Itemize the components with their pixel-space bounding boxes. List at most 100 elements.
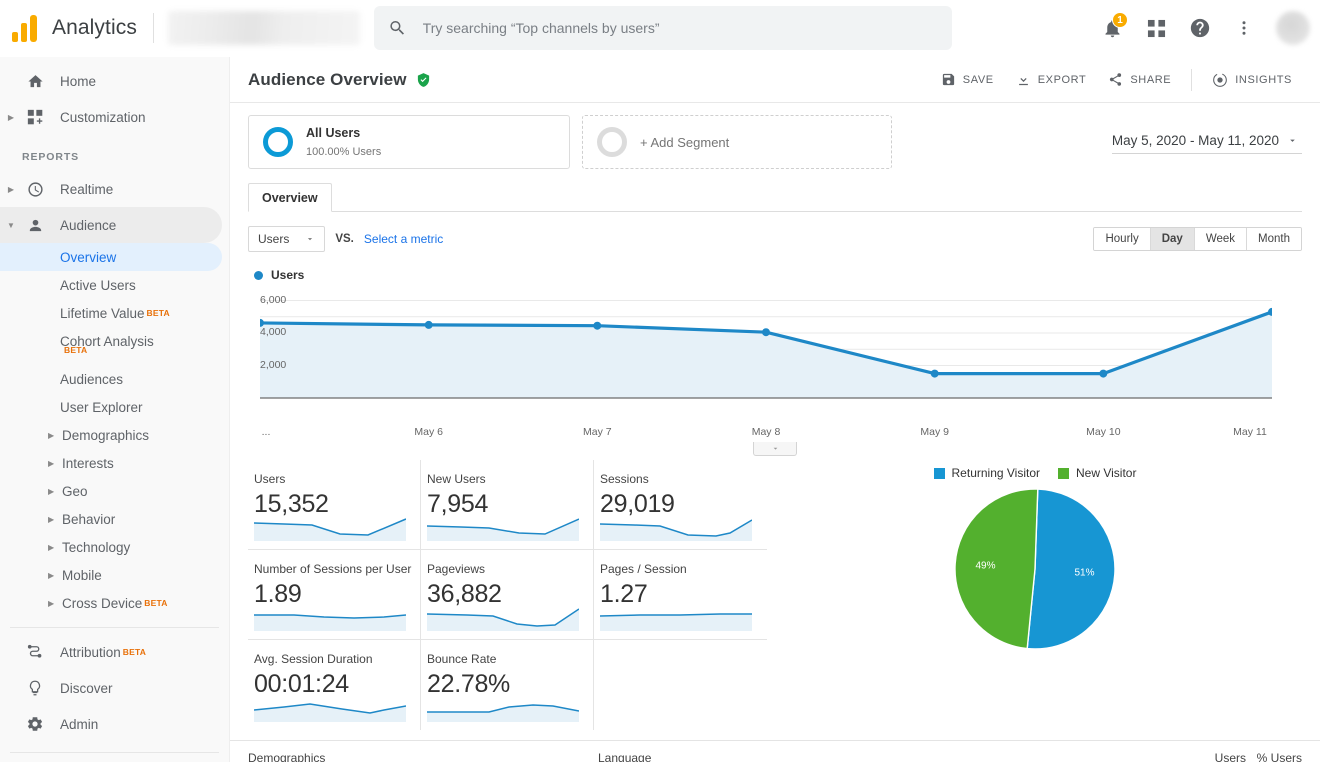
date-range-picker[interactable]: May 5, 2020 - May 11, 2020 <box>1111 130 1302 154</box>
page-toolbar: SAVE EXPORT SHARE INSIGHTS <box>931 66 1302 94</box>
apps-button[interactable] <box>1136 8 1176 48</box>
metric-card-pages-per-session[interactable]: Pages / Session 1.27 <box>594 550 767 640</box>
chevron-right-icon: ▶ <box>7 184 15 194</box>
sidebar-item-demographics[interactable]: ▶ Demographics <box>0 421 229 449</box>
sidebar-item-label: Audience <box>60 217 117 233</box>
sidebar-item-user-explorer[interactable]: User Explorer <box>0 393 229 421</box>
metric-card-new-users[interactable]: New Users 7,954 <box>421 460 594 550</box>
sidebar-item-cohort-analysis[interactable]: Cohort Analysis BETA <box>0 327 229 356</box>
sidebar-divider-bottom <box>10 752 219 753</box>
metric-card-users[interactable]: Users 15,352 <box>248 460 421 550</box>
account-selector[interactable] <box>167 11 360 45</box>
sidebar-item-mobile[interactable]: ▶ Mobile <box>0 561 229 589</box>
share-button[interactable]: SHARE <box>1098 66 1181 93</box>
sidebar-item-overview[interactable]: Overview <box>0 243 222 271</box>
clock-icon <box>22 181 48 198</box>
users-line-chart[interactable]: 2,000 4,000 6,000 <box>254 284 1302 424</box>
granularity-day[interactable]: Day <box>1150 228 1195 250</box>
help-button[interactable] <box>1180 8 1220 48</box>
insights-label: INSIGHTS <box>1235 73 1292 86</box>
granularity-week[interactable]: Week <box>1194 228 1248 250</box>
add-segment-button[interactable]: + Add Segment <box>582 115 892 169</box>
sidebar-item-customization[interactable]: ▶ Customization <box>0 99 229 135</box>
export-button[interactable]: EXPORT <box>1006 66 1097 93</box>
metric-card-bounce-rate[interactable]: Bounce Rate 22.78% <box>421 640 594 730</box>
sidebar-subitem-label: User Explorer <box>60 399 143 415</box>
pie-wrap: 51% 49% <box>954 488 1116 655</box>
segment-ring-icon <box>263 127 293 157</box>
help-circle-icon <box>1190 18 1210 38</box>
sidebar-item-active-users[interactable]: Active Users <box>0 271 229 299</box>
insights-icon <box>1213 72 1228 87</box>
metric-card-row: Number of Sessions per User 1.89 Pagevie… <box>248 550 768 640</box>
y-axis-tick-label: 6,000 <box>260 293 287 306</box>
verified-shield-icon <box>416 72 431 88</box>
sidebar-item-realtime[interactable]: ▶ Realtime <box>0 171 229 207</box>
x-axis-tick-label: May 11 <box>1233 426 1267 438</box>
metric-select[interactable]: Users <box>248 226 326 252</box>
sparkline <box>427 518 579 541</box>
segment-all-users[interactable]: All Users 100.00% Users <box>248 115 570 169</box>
sidebar-item-discover[interactable]: Discover <box>0 670 229 706</box>
metric-card-pageviews[interactable]: Pageviews 36,882 <box>421 550 594 640</box>
sidebar-item-geo[interactable]: ▶ Geo <box>0 477 229 505</box>
legend-swatch-icon <box>933 467 945 479</box>
granularity-toggle: Hourly Day Week Month <box>1093 227 1302 251</box>
x-axis-tick-label: May 6 <box>414 426 443 438</box>
legend-label: Returning Visitor <box>951 466 1041 480</box>
avatar[interactable] <box>1276 11 1310 45</box>
pie-data-label: 49% <box>975 561 995 572</box>
chevron-down-icon <box>1290 139 1295 142</box>
sidebar-item-interests[interactable]: ▶ Interests <box>0 449 229 477</box>
sidebar-item-home[interactable]: Home <box>0 63 229 99</box>
y-axis-tick-label: 2,000 <box>260 358 287 371</box>
pie-legend-new[interactable]: New Visitor <box>1058 466 1136 480</box>
select-a-metric-link[interactable]: Select a metric <box>364 232 443 246</box>
tab-overview[interactable]: Overview <box>248 183 332 212</box>
attribution-icon <box>22 643 48 661</box>
sidebar-item-lifetime-value[interactable]: Lifetime Value BETA <box>0 299 229 327</box>
sidebar-subitem-label: Cross Device <box>62 595 143 611</box>
beta-badge: BETA <box>122 647 147 657</box>
sidebar-item-cross-device[interactable]: ▶ Cross Device BETA <box>0 589 229 617</box>
sidebar-item-behavior[interactable]: ▶ Behavior <box>0 505 229 533</box>
beta-badge: BETA <box>64 345 88 355</box>
sidebar-item-audiences[interactable]: Audiences <box>0 365 229 393</box>
save-button[interactable]: SAVE <box>931 66 1004 93</box>
brand-area[interactable]: Analytics <box>0 14 137 42</box>
chart-expand-handle[interactable] <box>753 442 797 456</box>
metric-card-avg-session-duration[interactable]: Avg. Session Duration 00:01:24 <box>248 640 421 730</box>
search-box[interactable] <box>373 6 952 50</box>
share-icon <box>1110 73 1122 86</box>
notifications-button[interactable]: 1 <box>1092 8 1132 48</box>
sparkline <box>254 703 406 722</box>
sidebar-item-admin[interactable]: Admin <box>0 706 229 742</box>
sidebar-item-label: Discover <box>60 680 113 696</box>
chart-legend: Users <box>254 268 1302 282</box>
sidebar-item-audience[interactable]: ▼ Audience <box>0 207 222 243</box>
more-menu-button[interactable] <box>1224 8 1264 48</box>
brand-name: Analytics <box>52 16 137 39</box>
x-axis-tick-label: May 8 <box>751 426 781 438</box>
granularity-month[interactable]: Month <box>1247 228 1301 250</box>
search-icon <box>390 20 404 35</box>
granularity-hourly[interactable]: Hourly <box>1094 228 1151 250</box>
language-header: Language <box>598 751 652 762</box>
metric-card-sessions-per-user[interactable]: Number of Sessions per User 1.89 <box>248 550 421 640</box>
metric-title: Avg. Session Duration <box>254 652 373 666</box>
metric-card-sessions[interactable]: Sessions 29,019 <box>594 460 767 550</box>
insights-button[interactable]: INSIGHTS <box>1202 66 1302 94</box>
notification-badge: 1 <box>1112 12 1128 28</box>
search-input[interactable] <box>422 20 938 36</box>
chart-x-axis: ... May 6 May 7 May 8 May 9 May 10 May 11 <box>254 424 1302 442</box>
sparkline <box>427 704 579 722</box>
metric-select-value: Users <box>258 232 290 246</box>
chevron-down-icon: ▼ <box>7 220 15 230</box>
chevron-right-icon: ▶ <box>48 514 55 524</box>
chevron-right-icon: ▶ <box>48 570 55 580</box>
sidebar-item-technology[interactable]: ▶ Technology <box>0 533 229 561</box>
sidebar-item-attribution[interactable]: Attribution BETA <box>0 634 229 670</box>
pie-svg[interactable]: 51% 49% <box>954 488 1116 650</box>
x-axis-tick-label: ... <box>261 426 271 438</box>
pie-legend-returning[interactable]: Returning Visitor <box>933 466 1041 480</box>
